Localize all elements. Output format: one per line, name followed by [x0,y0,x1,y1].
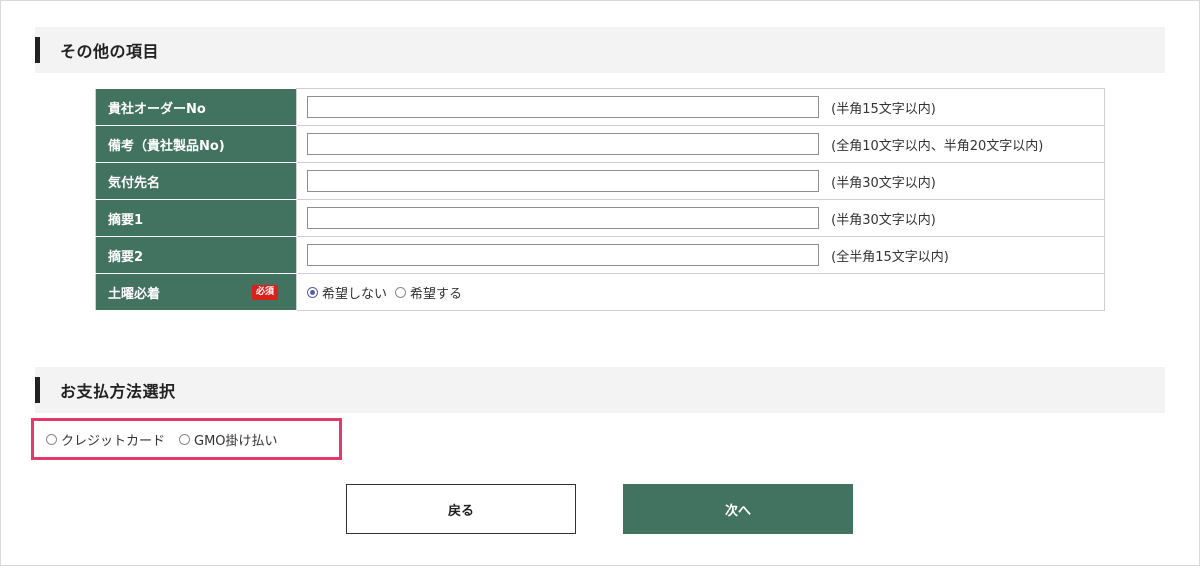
back-button[interactable]: 戻る [346,484,576,534]
next-button[interactable]: 次へ [623,484,853,534]
payment-option-gmo[interactable]: GMO掛け払い [179,430,278,449]
section-title-other: その他の項目 [60,42,160,61]
form-row-saturday: 土曜必着 必須 希望しない 希望する [95,273,1105,311]
form-row-summary2: 摘要2 (全半角15文字以内) [95,236,1105,274]
field-label: 摘要2 [95,236,297,274]
field-label: 備考（貴社製品No) [95,125,297,163]
field-label-saturday: 土曜必着 必須 [95,273,297,311]
form-row-summary1: 摘要1 (半角30文字以内) [95,199,1105,237]
field-hint: (半角30文字以内) [831,175,936,191]
field-hint: (全半角15文字以内) [831,249,949,265]
section-marker [35,37,40,63]
section-title-payment: お支払方法選択 [60,382,176,401]
other-items-form: 貴社オーダーNo (半角15文字以内) 備考（貴社製品No) (全角10文字以内… [95,88,1105,311]
payment-option-credit-card[interactable]: クレジットカード [46,430,165,449]
field-label: 貴社オーダーNo [95,88,297,126]
field-label: 摘要1 [95,199,297,237]
payment-method-options: クレジットカード GMO掛け払い [31,418,342,460]
form-row-order-no: 貴社オーダーNo (半角15文字以内) [95,88,1105,126]
field-hint: (半角15文字以内) [831,101,936,117]
form-row-attention: 気付先名 (半角30文字以内) [95,162,1105,200]
order-no-input[interactable] [307,96,819,118]
radio-label: 希望しない [322,286,388,302]
field-label: 土曜必着 [108,286,161,302]
radio-icon[interactable] [46,433,57,445]
field-hint: (全角10文字以内、半角20文字以内) [831,138,1044,154]
radio-icon[interactable] [395,286,407,298]
section-header-other: その他の項目 [35,27,1165,73]
required-badge: 必須 [251,285,278,300]
radio-icon[interactable] [179,433,191,445]
saturday-option-no[interactable]: 希望しない [307,283,387,302]
field-label: 気付先名 [95,162,297,200]
section-marker [35,377,40,403]
radio-label: GMO掛け払い [194,433,278,449]
form-row-remarks: 備考（貴社製品No) (全角10文字以内、半角20文字以内) [95,125,1105,163]
remarks-input[interactable] [307,133,819,155]
radio-label: 希望する [410,286,463,302]
summary2-input[interactable] [307,244,819,266]
saturday-radio-group: 希望しない 希望する [307,283,1104,302]
summary1-input[interactable] [307,207,819,229]
field-hint: (半角30文字以内) [831,212,936,228]
radio-label: クレジットカード [61,433,166,449]
radio-selected-icon[interactable] [307,286,318,298]
saturday-option-yes[interactable]: 希望する [395,283,462,302]
section-header-payment: お支払方法選択 [35,367,1165,413]
attention-name-input[interactable] [307,170,819,192]
